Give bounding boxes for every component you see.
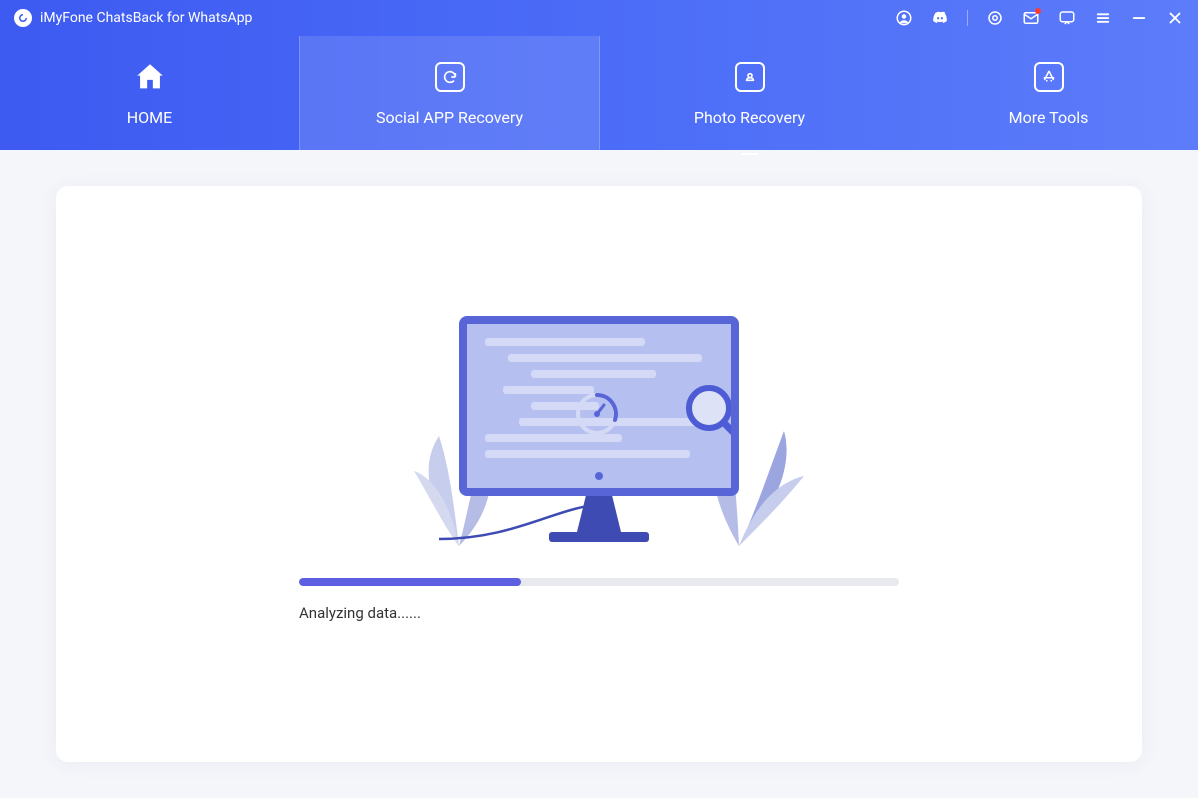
magnifier-icon — [681, 380, 739, 450]
monitor-stand-icon — [577, 496, 621, 532]
progress-section: Analyzing data...... — [299, 578, 899, 622]
minimize-icon[interactable] — [1130, 9, 1148, 27]
app-window: iMyFone ChatsBack for WhatsApp — [0, 0, 1198, 798]
nav-photo-recovery[interactable]: Photo Recovery — [600, 36, 899, 150]
nav-label-photo: Photo Recovery — [694, 108, 805, 127]
feedback-icon[interactable] — [1058, 9, 1076, 27]
nav-social-recovery[interactable]: Social APP Recovery — [299, 36, 600, 150]
titlebar: iMyFone ChatsBack for WhatsApp — [0, 0, 1198, 36]
progress-bar — [299, 578, 899, 586]
app-logo-icon — [14, 9, 32, 27]
notification-dot-icon — [1035, 8, 1041, 14]
home-icon — [133, 60, 167, 94]
close-icon[interactable] — [1166, 9, 1184, 27]
titlebar-right — [895, 9, 1184, 27]
nav-label-social: Social APP Recovery — [376, 108, 523, 127]
main-nav: HOME Social APP Recovery Photo Recovery — [0, 36, 1198, 150]
appstore-icon — [1032, 60, 1066, 94]
app-title: iMyFone ChatsBack for WhatsApp — [40, 10, 252, 26]
analyzing-illustration — [409, 316, 789, 546]
monitor-base-icon — [549, 532, 649, 542]
titlebar-left: iMyFone ChatsBack for WhatsApp — [14, 9, 895, 27]
mail-icon[interactable] — [1022, 9, 1040, 27]
headset-icon[interactable] — [895, 9, 913, 27]
refresh-icon — [433, 60, 467, 94]
gauge-icon — [575, 392, 619, 436]
progress-fill — [299, 578, 521, 586]
status-text: Analyzing data...... — [299, 604, 899, 622]
content-area: Analyzing data...... — [0, 150, 1198, 798]
target-icon[interactable] — [986, 9, 1004, 27]
monitor-icon — [459, 316, 739, 542]
nav-home[interactable]: HOME — [0, 36, 299, 150]
nav-label-more: More Tools — [1009, 108, 1089, 127]
screen-icon — [459, 316, 739, 496]
nav-label-home: HOME — [127, 108, 172, 127]
menu-icon[interactable] — [1094, 9, 1112, 27]
progress-card: Analyzing data...... — [56, 186, 1142, 762]
discord-icon[interactable] — [931, 9, 949, 27]
titlebar-divider — [967, 10, 968, 26]
camera-dot-icon — [595, 472, 603, 480]
nav-more-tools[interactable]: More Tools — [899, 36, 1198, 150]
photo-icon — [733, 60, 767, 94]
